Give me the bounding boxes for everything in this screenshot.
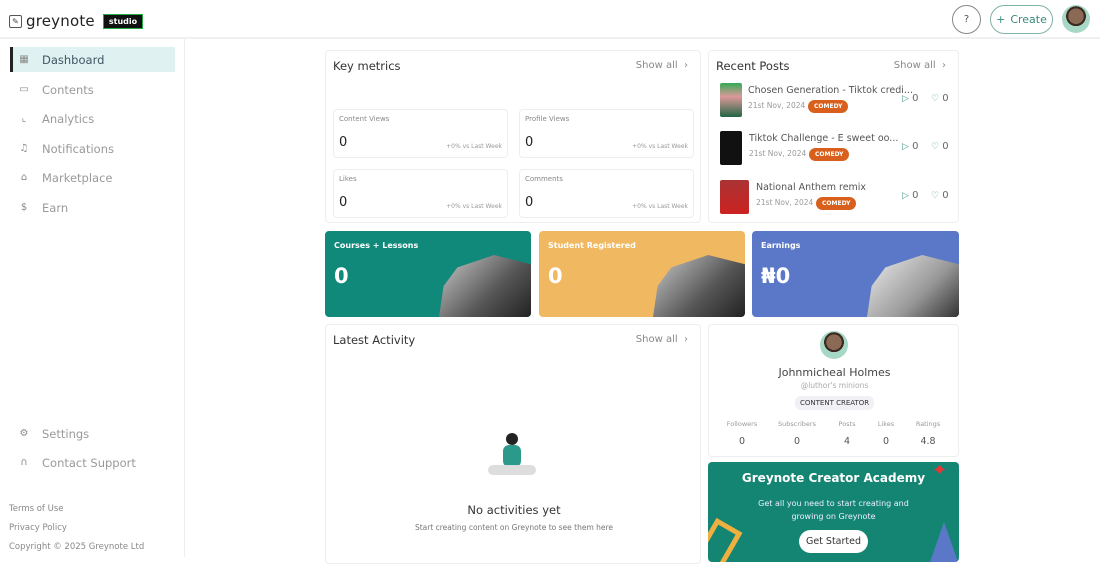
post-item[interactable]: Chosen Generation - Tiktok credi... 21st… (720, 83, 955, 119)
metric-content-views: Content Views 0 +0% vs Last Week (333, 109, 508, 158)
create-button[interactable]: + Create (990, 5, 1053, 34)
profile-handle: @luthor's minions (800, 381, 869, 390)
logo-icon: ✎ (9, 14, 22, 28)
nav-label: Earn (42, 200, 69, 215)
nav-label: Settings (42, 426, 90, 441)
latest-activity-card: Latest Activity Show all › No activities… (325, 324, 701, 564)
academy-title: Greynote Creator Academy (741, 471, 926, 485)
decoration-shape (930, 522, 958, 562)
privacy-link[interactable]: Privacy Policy (9, 523, 67, 533)
students-banner[interactable]: Student Registered 0 (539, 231, 745, 317)
create-label: Create (1010, 13, 1047, 26)
creator-academy-card: ✦ Greynote Creator Academy Get all you n… (708, 462, 959, 562)
metric-likes: Likes 0 +0% vs Last Week (333, 169, 508, 218)
category-badge: COMEDY (809, 148, 850, 161)
sidebar-item-marketplace[interactable]: ⌂ Marketplace (10, 165, 175, 190)
get-started-button[interactable]: Get Started (799, 530, 868, 553)
nav-label: Analytics (42, 111, 95, 126)
post-thumbnail (720, 180, 749, 214)
stat-subscribers: Subscribers 0 (778, 420, 816, 447)
post-item[interactable]: Tiktok Challenge - E sweet oo... 21st No… (720, 131, 955, 167)
show-all-link[interactable]: Show all › (636, 60, 688, 71)
recent-posts-card: Recent Posts Show all › Chosen Generatio… (708, 50, 959, 223)
show-all-link[interactable]: Show all › (894, 60, 946, 71)
heart-icon: ♡ (931, 142, 940, 152)
meditation-illustration (476, 425, 556, 485)
plays-count: ▷ 0 (902, 141, 919, 152)
nav-label: Contact Support (42, 455, 136, 470)
post-item[interactable]: National Anthem remix 21st Nov, 2024 COM… (720, 180, 955, 216)
nav-label: Notifications (42, 141, 114, 156)
copyright: Copyright © 2025 Greynote Ltd (9, 542, 145, 552)
logo[interactable]: ✎ greynote studio (9, 12, 144, 30)
heart-icon: ♡ (931, 191, 940, 201)
stat-ratings: Ratings 4.8 (915, 420, 941, 447)
likes-count: ♡ 0 (931, 93, 949, 104)
sidebar-item-dashboard[interactable]: ▦ Dashboard (10, 47, 175, 72)
user-avatar[interactable] (1062, 5, 1090, 33)
folder-icon: ▭ (19, 84, 29, 95)
play-icon: ▷ (902, 94, 909, 104)
banner-photo (653, 255, 745, 317)
help-button[interactable]: ? (952, 5, 981, 34)
earnings-banner[interactable]: Earnings ₦0 (752, 231, 959, 317)
plus-icon: + (996, 13, 1006, 26)
card-title: Key metrics (333, 59, 401, 73)
top-bar: ✎ greynote studio ? + Create (0, 0, 1100, 39)
empty-text: Start creating content on Greynote to se… (414, 523, 614, 532)
sidebar-item-contents[interactable]: ▭ Contents (10, 77, 175, 102)
academy-text: Get all you need to start creating and g… (758, 499, 909, 521)
play-icon: ▷ (902, 142, 909, 152)
metric-comments: Comments 0 +0% vs Last Week (519, 169, 694, 218)
nav-label: Contents (42, 82, 94, 97)
gear-icon: ⚙ (19, 428, 29, 439)
chart-icon: ⌞ (21, 113, 27, 124)
sidebar-item-settings[interactable]: ⚙ Settings (10, 421, 175, 446)
dollar-icon: $ (20, 202, 28, 213)
sidebar-item-contact-support[interactable]: ∩ Contact Support (10, 450, 175, 475)
courses-banner[interactable]: Courses + Lessons 0 (325, 231, 531, 317)
role-badge: CONTENT CREATOR (795, 396, 875, 410)
sidebar-item-earn[interactable]: $ Earn (10, 195, 175, 220)
heart-icon: ♡ (931, 94, 940, 104)
sidebar-item-notifications[interactable]: ♫ Notifications (10, 136, 175, 161)
banner-photo (439, 255, 531, 317)
post-thumbnail (720, 131, 742, 165)
terms-link[interactable]: Terms of Use (9, 504, 64, 514)
headset-icon: ∩ (20, 457, 28, 468)
category-badge: COMEDY (816, 197, 857, 210)
profile-name: Johnmicheal Holmes (778, 366, 891, 379)
plays-count: ▷ 0 (902, 190, 919, 201)
logo-text: greynote (26, 12, 95, 30)
stat-followers: Followers 0 (726, 420, 758, 447)
profile-avatar (820, 331, 848, 359)
nav-label: Marketplace (42, 170, 113, 185)
nav-label: Dashboard (42, 52, 105, 67)
card-title: Latest Activity (333, 333, 416, 347)
post-thumbnail (720, 83, 742, 117)
category-badge: COMEDY (808, 100, 849, 113)
banner-photo (867, 255, 959, 317)
decoration-shape (708, 517, 743, 562)
empty-title: No activities yet (467, 503, 561, 517)
sidebar-item-analytics[interactable]: ⌞ Analytics (10, 106, 175, 131)
card-title: Recent Posts (716, 59, 790, 73)
key-metrics-card: Key metrics Show all › Content Views 0 +0%… (325, 50, 701, 223)
grid-icon: ▦ (19, 54, 29, 65)
show-all-link[interactable]: Show all › (636, 334, 688, 345)
metric-profile-views: Profile Views 0 +0% vs Last Week (519, 109, 694, 158)
likes-count: ♡ 0 (931, 141, 949, 152)
plays-count: ▷ 0 (902, 93, 919, 104)
profile-card: Johnmicheal Holmes @luthor's minions CON… (708, 324, 959, 457)
play-icon: ▷ (902, 191, 909, 201)
likes-count: ♡ 0 (931, 190, 949, 201)
bell-icon: ♫ (19, 143, 29, 154)
studio-badge: studio (102, 13, 144, 29)
sidebar: ▦ Dashboard ▭ Contents ⌞ Analytics ♫ Notific… (0, 39, 185, 557)
store-icon: ⌂ (20, 172, 28, 183)
